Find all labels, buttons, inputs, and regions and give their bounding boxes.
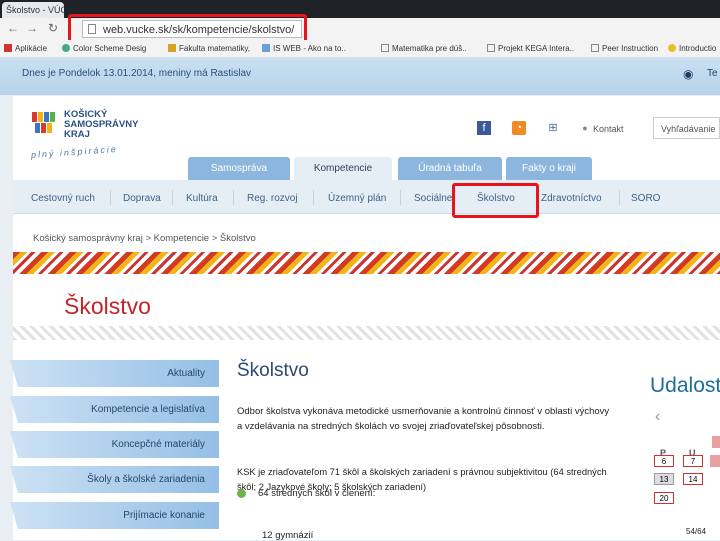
sitemap-icon[interactable]: ⊞ [546,121,560,135]
web-icon [262,44,270,52]
bookmark-introduction[interactable]: Introductio [668,41,716,56]
date-line: Dnes je Pondelok 13.01.2014, meniny má R… [22,68,252,79]
search-input[interactable]: Vyhľadávanie [653,117,720,139]
bullet-icon [237,489,246,498]
subnav-divider [110,190,111,205]
browser-tab[interactable]: Školstvo - VÚCKE [2,2,64,18]
brand-name[interactable]: KOŠICKÝ SAMOSPRÁVNY KRAJ [64,110,138,140]
calendar-day[interactable]: 7 [683,455,703,467]
decorative-stripe [13,326,720,340]
back-arrow-icon[interactable]: ← [6,21,20,35]
content-paragraph-1: Odbor školstva vykonáva metodické usmerň… [237,406,610,432]
apps-icon [4,44,12,52]
highlight-skolstvo [452,183,539,218]
subnav-zdravotnictvo[interactable]: Zdravotníctvo [541,193,602,204]
subnav-kultura[interactable]: Kultúra [186,193,218,204]
breadcrumb: Košický samosprávny kraj > Kompetencie >… [33,233,256,244]
content-title: Školstvo [237,360,309,381]
bookmark-matematika[interactable]: Matematika pre dúš.. [381,41,467,56]
subnav-soro[interactable]: SORO [631,193,660,204]
bullet-text: 64 stredných škôl v členení: [258,488,376,499]
subnav-cestovny-ruch[interactable]: Cestovný ruch [31,193,95,204]
tab-fakty[interactable]: Fakty o kraji [506,157,592,180]
subnav-divider [313,190,314,205]
contact-icon: ● [582,123,588,133]
chrome-icon [62,44,70,52]
chevron-left-icon[interactable]: ‹ [655,408,660,426]
info-icon [668,44,676,52]
brand-line-3: KRAJ [64,129,90,140]
decorative-fade [13,274,720,288]
subnav-uzemny-plan[interactable]: Územný plán [328,193,386,204]
rss-icon[interactable]: ◔ [512,121,526,135]
subnav-reg-rozvoj[interactable]: Reg. rozvoj [247,193,298,204]
calendar-day[interactable]: 6 [654,455,674,467]
contact-link[interactable]: Kontakt [593,124,624,134]
calendar-day[interactable]: 14 [683,473,703,485]
sidebar-item-prijimacie[interactable]: Prijímacie konanie [10,502,219,529]
text-size-control[interactable]: Te [707,68,718,79]
page-title: Školstvo [64,293,151,319]
reload-icon[interactable]: ↻ [46,21,60,35]
page-icon [381,44,389,52]
subnav-divider [619,190,620,205]
tab-uradna-tabula[interactable]: Úradná tabuľa [398,157,502,180]
bookmark-apps[interactable]: Aplikácie [4,41,47,56]
forward-arrow-icon[interactable]: → [25,21,39,35]
sidebar-item-skoly[interactable]: Školy a školské zariadenia [10,466,219,493]
sidebar-item-kompetencie[interactable]: Kompetencie a legislatíva [10,396,219,423]
tab-kompetencie[interactable]: Kompetencie [294,157,392,180]
page-icon [591,44,599,52]
decorative-pattern [13,252,720,274]
bookmark-peer[interactable]: Peer Instruction [591,41,658,56]
calendar-marker [712,436,720,448]
subnav-divider [172,190,173,205]
bookmark-color-scheme[interactable]: Color Scheme Desig [62,41,146,56]
eye-icon[interactable]: ◉ [683,67,693,81]
calendar-day[interactable]: 20 [654,492,674,504]
events-title: Udalosti [650,374,720,397]
page-icon [487,44,495,52]
shield-icon [168,44,176,52]
facebook-icon[interactable]: f [477,121,491,135]
logo-mark-icon[interactable] [32,112,58,134]
calendar-marker [710,455,720,467]
bookmark-fakulta[interactable]: Fakulta matematiky, [168,41,250,56]
calendar-day[interactable]: 13 [654,473,674,485]
bookmark-is-web[interactable]: IS WEB - Ako na to.. [262,41,346,56]
sidebar-item-aktuality[interactable]: Aktuality [10,360,219,387]
subnav-divider [400,190,401,205]
subnav-doprava[interactable]: Doprava [123,193,161,204]
tab-samosprava[interactable]: Samospráva [188,157,290,180]
sidebar-item-koncepcne[interactable]: Koncepčné materiály [10,431,219,458]
slide-counter: 54/64 [686,527,707,536]
bookmark-kega[interactable]: Projekt KEGA Intera.. [487,41,574,56]
subnav-socialne[interactable]: Sociálne [414,193,452,204]
subnav-divider [233,190,234,205]
sub-list-item: 12 gymnázií [262,530,314,541]
